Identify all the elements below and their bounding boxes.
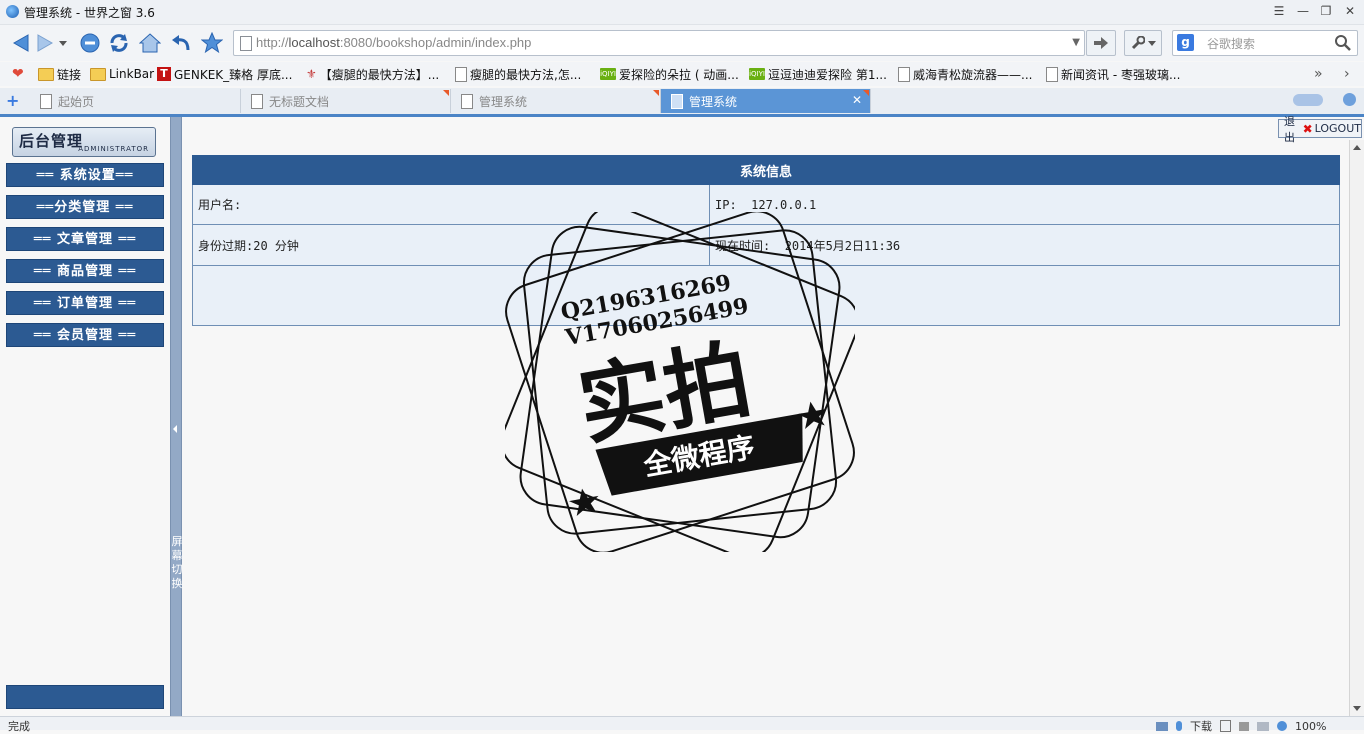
address-bar[interactable]: http://localhost:8080/bookshop/admin/ind… xyxy=(233,30,1085,56)
menu-icon[interactable]: ☰ xyxy=(1270,4,1288,18)
iqiyi-icon: iQIYI xyxy=(749,68,765,80)
bookmark-item[interactable]: LinkBar xyxy=(90,66,154,82)
forward-icon[interactable] xyxy=(32,30,58,56)
bookmark-item[interactable]: iQIYI 逗逗迪迪爱探险 第1... xyxy=(749,66,887,82)
scroll-up-icon[interactable] xyxy=(1353,145,1361,150)
bookmarks-bar: ❤ 链接 LinkBar T GENKEK_臻格 厚底... ⚜ 【瘦腿的最快方法】… xyxy=(0,62,1364,86)
favorites-heart-icon[interactable]: ❤ xyxy=(12,66,24,82)
page-icon xyxy=(455,66,467,82)
back-icon[interactable] xyxy=(8,30,34,56)
go-button[interactable] xyxy=(1086,30,1116,56)
sidebar-footer-bar xyxy=(6,685,164,709)
tab-admin-system-active[interactable]: 管理系统 ✕ xyxy=(661,89,871,113)
page-icon xyxy=(240,36,252,51)
star-icon xyxy=(568,488,599,516)
download-label[interactable]: 下载 xyxy=(1190,718,1212,734)
home-icon[interactable] xyxy=(137,30,163,56)
bookmark-item[interactable]: 链接 xyxy=(38,66,81,82)
menu-category-management[interactable]: ══分类管理 ══ xyxy=(6,195,164,219)
status-text: 完成 xyxy=(8,720,30,733)
address-url[interactable]: http://localhost:8080/bookshop/admin/ind… xyxy=(256,35,531,50)
watermark-stamp: Q2196316269 V17060256499 实拍 全微程序 xyxy=(505,212,855,552)
window-title: 管理系统 - 世界之窗 3.6 xyxy=(24,6,155,20)
wrench-icon xyxy=(1131,36,1145,50)
menu-member-management[interactable]: ══ 会员管理 ══ xyxy=(6,323,164,347)
close-x-icon: ✖ xyxy=(1302,121,1313,136)
page-icon xyxy=(461,93,473,109)
refresh-icon[interactable] xyxy=(106,30,132,56)
zoom-icon[interactable] xyxy=(1277,721,1287,731)
address-dropdown-icon[interactable]: ▼ xyxy=(1072,37,1080,48)
minimize-icon[interactable]: — xyxy=(1294,4,1312,18)
menu-article-management[interactable]: ══ 文章管理 ══ xyxy=(6,227,164,251)
undo-close-icon[interactable] xyxy=(168,30,194,56)
history-dropdown-icon[interactable] xyxy=(56,30,70,56)
zoom-level[interactable]: 100% xyxy=(1295,720,1326,733)
tab-bar: + 起始页 无标题文档 管理系统 管理系统 ✕ xyxy=(0,88,1364,117)
search-icon[interactable] xyxy=(1334,34,1351,54)
bookmark-item[interactable]: 新闻资讯 - 枣强玻璃... xyxy=(1046,66,1180,82)
screen-switch-label[interactable]: 屏幕切换 xyxy=(171,535,183,591)
page-icon xyxy=(1046,66,1058,82)
scroll-down-icon[interactable] xyxy=(1353,706,1361,711)
navigation-toolbar: http://localhost:8080/bookshop/admin/ind… xyxy=(0,25,1364,61)
t-logo-icon: T xyxy=(157,67,171,81)
table-title: 系统信息 xyxy=(192,155,1340,185)
tab-untitled[interactable]: 无标题文档 xyxy=(241,89,451,113)
bookmark-item[interactable]: 威海青松旋流器——... xyxy=(898,66,1032,82)
browser-logo-icon xyxy=(6,5,19,18)
logout-button[interactable]: 退出 ✖ LOGOUT xyxy=(1278,115,1362,144)
menu-order-management[interactable]: ══ 订单管理 ══ xyxy=(6,291,164,315)
new-tab-plus-icon[interactable]: + xyxy=(6,91,19,110)
tab-admin-system[interactable]: 管理系统 xyxy=(451,89,661,113)
tab-menu-icon[interactable] xyxy=(1343,93,1356,106)
search-box[interactable]: g 谷歌搜索 xyxy=(1172,30,1358,56)
menu-system-settings[interactable]: ══ 系统设置══ xyxy=(6,163,164,187)
google-icon[interactable]: g xyxy=(1177,34,1194,51)
close-icon[interactable]: ✕ xyxy=(1341,4,1359,18)
monitor-icon[interactable] xyxy=(1156,721,1168,731)
tab-scroll-icon[interactable] xyxy=(1293,94,1323,106)
admin-sidebar: 后台管理 ADMINISTRATOR ══ 系统设置══ ══分类管理 ══ ═… xyxy=(0,117,170,716)
bookmark-item[interactable]: T GENKEK_臻格 厚底... xyxy=(157,66,292,82)
menu-product-management[interactable]: ══ 商品管理 ══ xyxy=(6,259,164,283)
page-icon xyxy=(898,66,910,82)
search-input[interactable]: 谷歌搜索 xyxy=(1207,35,1255,52)
chevron-right-icon[interactable]: › xyxy=(1344,66,1350,82)
more-bookmarks-icon[interactable]: » xyxy=(1314,66,1323,82)
folder-icon xyxy=(38,67,54,81)
screenshot-icon[interactable] xyxy=(1257,721,1269,731)
admin-logo: 后台管理 ADMINISTRATOR xyxy=(12,127,156,157)
page-status-icon[interactable] xyxy=(1220,720,1231,732)
bookmark-item[interactable]: iQIYI 爱探险的朵拉 ( 动画... xyxy=(600,66,739,82)
status-bar: 完成 下载 100% xyxy=(0,716,1364,733)
favorites-star-icon[interactable] xyxy=(199,30,225,56)
site-icon: ⚜ xyxy=(306,67,317,81)
vertical-scrollbar[interactable] xyxy=(1349,140,1364,716)
page-icon xyxy=(40,93,52,109)
bookmark-item[interactable]: 瘦腿的最快方法,怎... xyxy=(455,66,581,82)
folder-icon xyxy=(90,67,106,81)
iqiyi-icon: iQIYI xyxy=(600,68,616,80)
tools-button[interactable] xyxy=(1124,30,1162,56)
close-tab-icon[interactable]: ✕ xyxy=(852,93,862,107)
go-arrow-icon xyxy=(1094,37,1108,49)
frame-splitter[interactable]: 屏幕切换 xyxy=(170,117,183,716)
status-tools: 下载 100% xyxy=(1156,718,1326,734)
download-icon[interactable] xyxy=(1176,721,1182,731)
bookmark-item[interactable]: ⚜ 【瘦腿的最快方法】... xyxy=(306,66,439,82)
window-titlebar: 管理系统 - 世界之窗 3.6 ☰ — ❐ ✕ xyxy=(0,0,1364,25)
stop-icon[interactable] xyxy=(77,30,103,56)
collapse-arrow-icon[interactable] xyxy=(173,425,177,433)
tab-start-page[interactable]: 起始页 xyxy=(30,89,241,113)
sound-icon[interactable] xyxy=(1239,721,1249,731)
page-icon xyxy=(251,93,263,109)
restore-icon[interactable]: ❐ xyxy=(1317,4,1335,18)
page-icon xyxy=(671,93,683,109)
